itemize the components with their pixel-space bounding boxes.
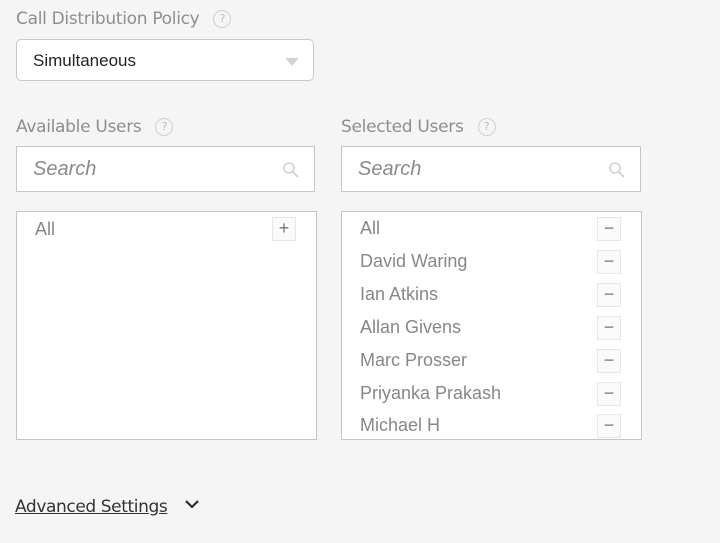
- call-distribution-policy-text: Call Distribution Policy: [16, 9, 200, 29]
- selected-policy-value: Simultaneous: [33, 51, 137, 70]
- selected-users-search: [341, 146, 641, 192]
- list-item: Priyanka Prakash: [360, 383, 501, 404]
- remove-user-button[interactable]: −: [597, 250, 621, 274]
- list-item: Marc Prosser: [360, 350, 467, 371]
- list-item: David Waring: [360, 251, 467, 272]
- remove-user-button[interactable]: −: [597, 316, 621, 340]
- remove-user-button[interactable]: −: [597, 382, 621, 406]
- search-icon: [283, 162, 299, 178]
- user-name: Allan Givens: [360, 317, 462, 337]
- dropdown-caret-icon: [285, 58, 299, 66]
- call-distribution-policy-label: Call Distribution Policy?: [16, 9, 232, 29]
- advanced-settings-link[interactable]: Advanced Settings: [15, 497, 168, 517]
- available-users-search: [16, 146, 315, 192]
- call-distribution-policy-select[interactable]: Simultaneous: [16, 39, 314, 81]
- remove-user-button[interactable]: −: [597, 283, 621, 307]
- list-item: Allan Givens: [360, 317, 461, 338]
- help-icon[interactable]: ?: [155, 118, 174, 136]
- available-users-label: Available Users?: [16, 117, 174, 137]
- list-item: All: [35, 219, 55, 240]
- user-name: Ian Atkins: [360, 284, 439, 304]
- user-name: Priyanka Prakash: [360, 383, 502, 403]
- available-users-text: Available Users: [16, 117, 142, 137]
- search-icon: [609, 162, 625, 178]
- selected-users-list: All − David Waring − Ian Atkins − Allan …: [341, 211, 642, 440]
- list-item: All: [360, 218, 380, 239]
- available-users-list: All +: [16, 211, 317, 440]
- user-name: Marc Prosser: [360, 350, 468, 370]
- remove-user-button[interactable]: −: [597, 217, 621, 241]
- user-name: All: [360, 218, 381, 238]
- selected-users-text: Selected Users: [341, 117, 464, 137]
- available-users-search-input[interactable]: [33, 155, 253, 183]
- help-icon[interactable]: ?: [213, 10, 232, 28]
- user-name: David Waring: [360, 251, 468, 271]
- remove-user-button[interactable]: −: [597, 414, 621, 438]
- help-icon[interactable]: ?: [477, 118, 496, 136]
- chevron-down-icon[interactable]: [184, 498, 200, 510]
- selected-users-search-input[interactable]: [358, 155, 578, 183]
- list-item: Michael H: [360, 415, 440, 436]
- add-user-button[interactable]: +: [272, 217, 296, 241]
- remove-user-button[interactable]: −: [597, 349, 621, 373]
- user-name: All: [35, 219, 56, 239]
- user-name: Michael H: [360, 415, 441, 435]
- list-item: Ian Atkins: [360, 284, 438, 305]
- selected-users-label: Selected Users?: [341, 117, 496, 137]
